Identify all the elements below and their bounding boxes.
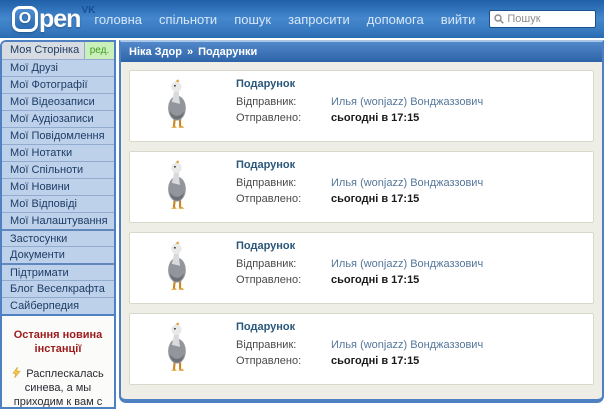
news-title: Остання новина інстанції xyxy=(13,329,103,355)
search-input[interactable] xyxy=(507,13,591,25)
sidebar-news-block: Остання новина інстанції Расплескалась с… xyxy=(2,316,114,408)
gift-sent-time: сьогодні в 17:15 xyxy=(331,355,420,367)
search-icon xyxy=(494,14,505,24)
logo-o-icon: O xyxy=(12,6,38,32)
gift-info: Подарунок Відправник: Илья (wonjazz) Вонд… xyxy=(236,156,483,207)
lightning-icon xyxy=(12,366,21,379)
goose-icon xyxy=(168,79,186,128)
my-page-label[interactable]: Моя Сторінка xyxy=(2,42,84,59)
sidebar-item-settings[interactable]: Мої Налаштування xyxy=(2,212,114,229)
gift-info: Подарунок Відправник: Илья (wonjazz) Вонд… xyxy=(236,75,483,126)
news-text: Расплескалась синева, а мы приходим к ва… xyxy=(12,366,104,408)
sender-label: Відправник: xyxy=(236,96,297,108)
sidebar-item-audios[interactable]: Мої Аудіозаписи xyxy=(2,110,114,127)
breadcrumb-separator: » xyxy=(187,46,194,58)
sidebar-item-videos[interactable]: Мої Відеозаписи xyxy=(2,93,114,110)
edit-profile-badge[interactable]: ред. xyxy=(84,42,114,59)
main-content: Ніка Здор » Подарунки Подарунок Відправн… xyxy=(119,40,604,403)
breadcrumb-page: Подарунки xyxy=(198,46,258,58)
gift-title-link[interactable]: Подарунок xyxy=(236,240,483,252)
nav-invite[interactable]: запросити xyxy=(288,12,350,27)
gift-sender-link[interactable]: Илья (wonjazz) Вонджаззович xyxy=(331,256,483,272)
sent-label: Отправлено: xyxy=(236,274,302,286)
breadcrumb-user[interactable]: Ніка Здор xyxy=(129,42,182,62)
sidebar-item-apps[interactable]: Застосунки xyxy=(2,229,114,246)
nav-search[interactable]: пошук xyxy=(234,12,271,27)
sidebar-item-my-page[interactable]: Моя Сторінка ред. xyxy=(2,42,114,59)
top-nav: головна спільноти пошук запросити допомо… xyxy=(94,12,475,27)
gift-title-link[interactable]: Подарунок xyxy=(236,321,483,333)
nav-groups[interactable]: спільноти xyxy=(159,12,217,27)
search-box[interactable] xyxy=(489,10,596,28)
gift-info: Подарунок Відправник: Илья (wonjazz) Вонд… xyxy=(236,237,483,288)
goose-icon xyxy=(168,241,186,290)
sidebar-item-documents[interactable]: Документи xyxy=(2,246,114,263)
sender-label: Відправник: xyxy=(236,177,297,189)
sidebar-item-donate[interactable]: Підтримати xyxy=(2,263,114,280)
sidebar-item-messages[interactable]: Мої Повідомлення xyxy=(2,127,114,144)
sender-label: Відправник: xyxy=(236,339,297,351)
gift-sender-link[interactable]: Илья (wonjazz) Вонджаззович xyxy=(331,94,483,110)
nav-help[interactable]: допомога xyxy=(367,12,424,27)
sidebar-item-replies[interactable]: Мої Відповіді xyxy=(2,195,114,212)
gift-sent-time: сьогодні в 17:15 xyxy=(331,193,420,205)
logo-vk-superscript: VK xyxy=(81,4,96,16)
logo-text: pen xyxy=(39,4,81,33)
gift-image[interactable] xyxy=(138,75,218,137)
gift-sender-link[interactable]: Илья (wonjazz) Вонджаззович xyxy=(331,337,483,353)
gift-sent-time: сьогодні в 17:15 xyxy=(331,274,420,286)
nav-logout[interactable]: вийти xyxy=(441,12,476,27)
gift-card: Подарунок Відправник: Илья (wonjazz) Вонд… xyxy=(129,313,594,385)
gift-title-link[interactable]: Подарунок xyxy=(236,78,483,90)
sidebar-item-photos[interactable]: Мої Фотографії xyxy=(2,76,114,93)
gift-sender-link[interactable]: Илья (wonjazz) Вонджаззович xyxy=(331,175,483,191)
breadcrumb: Ніка Здор » Подарунки xyxy=(121,42,602,62)
gift-sent-time: сьогодні в 17:15 xyxy=(331,112,420,124)
gift-list: Подарунок Відправник: Илья (wonjazz) Вонд… xyxy=(121,62,602,393)
gift-info: Подарунок Відправник: Илья (wonjazz) Вонд… xyxy=(236,318,483,369)
sent-label: Отправлено: xyxy=(236,355,302,367)
top-header: O pen VK головна спільноти пошук запроси… xyxy=(0,0,604,38)
gift-title-link[interactable]: Подарунок xyxy=(236,159,483,171)
gift-image[interactable] xyxy=(138,156,218,218)
sidebar-item-cyberpedia[interactable]: Сайберпедия xyxy=(2,297,114,314)
sent-label: Отправлено: xyxy=(236,193,302,205)
goose-icon xyxy=(168,160,186,209)
sender-label: Відправник: xyxy=(236,258,297,270)
sidebar-item-notes[interactable]: Мої Нотатки xyxy=(2,144,114,161)
sidebar-item-friends[interactable]: Мої Друзі xyxy=(2,59,114,76)
sidebar: Моя Сторінка ред. Мої Друзі Мої Фотограф… xyxy=(0,40,116,409)
goose-icon xyxy=(168,322,186,371)
gift-image[interactable] xyxy=(138,237,218,299)
gift-card: Подарунок Відправник: Илья (wonjazz) Вонд… xyxy=(129,232,594,304)
sidebar-item-groups[interactable]: Мої Спільноти xyxy=(2,161,114,178)
sidebar-item-blog[interactable]: Блог Веселкрафта xyxy=(2,280,114,297)
gift-card: Подарунок Відправник: Илья (wonjazz) Вонд… xyxy=(129,151,594,223)
gift-image[interactable] xyxy=(138,318,218,380)
sidebar-menu: Моя Сторінка ред. Мої Друзі Мої Фотограф… xyxy=(2,42,114,316)
nav-home[interactable]: головна xyxy=(94,12,142,27)
app-logo[interactable]: O pen VK xyxy=(12,4,96,33)
sidebar-item-news[interactable]: Мої Новини xyxy=(2,178,114,195)
gift-card: Подарунок Відправник: Илья (wonjazz) Вонд… xyxy=(129,70,594,142)
sent-label: Отправлено: xyxy=(236,112,302,124)
